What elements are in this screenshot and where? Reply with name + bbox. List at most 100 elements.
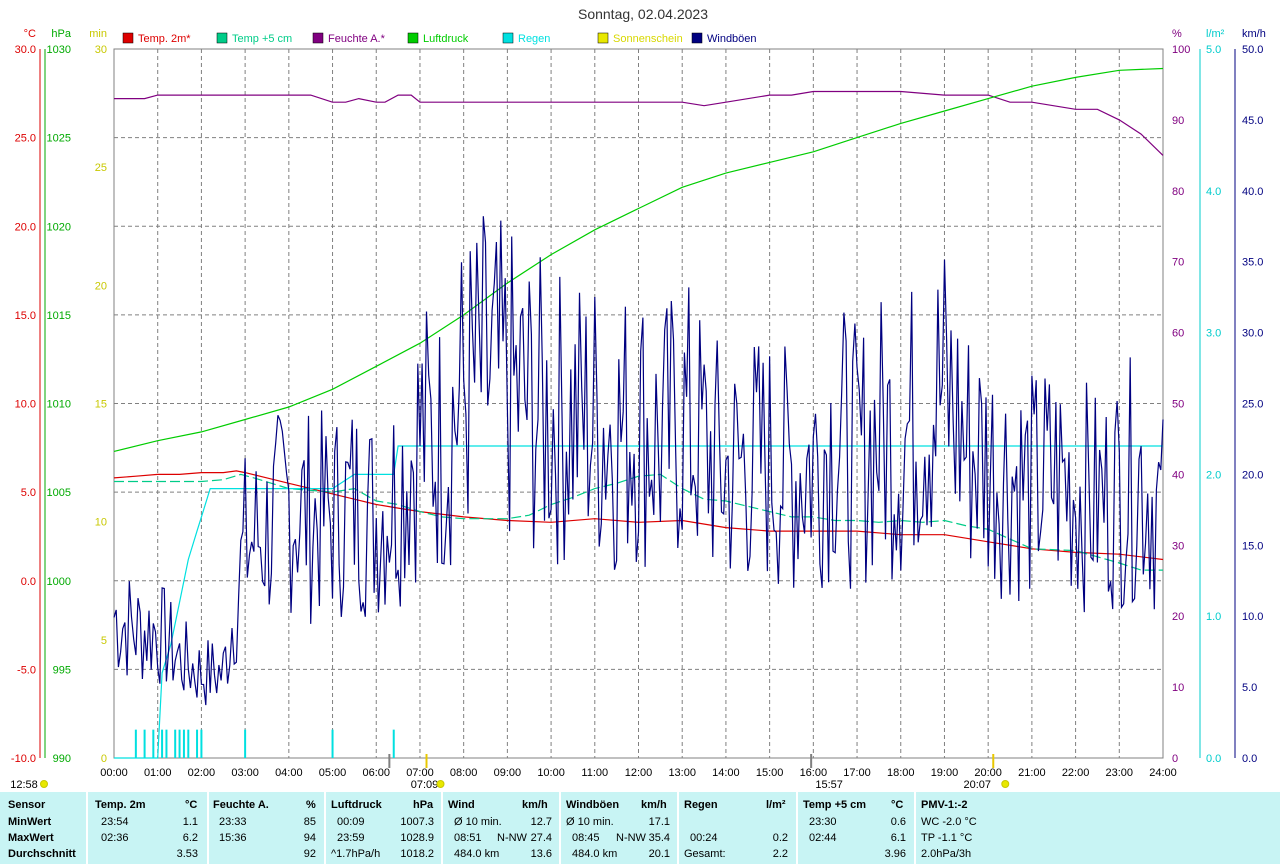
gusts-max-time: 08:45 <box>572 832 600 844</box>
x-tick-label: 12:00 <box>625 767 653 779</box>
moon-icon <box>40 780 48 788</box>
sun-icon <box>1001 780 1010 788</box>
temp5-unit: °C <box>891 799 904 811</box>
humidity-axis-unit-label: % <box>1172 28 1182 40</box>
divider <box>914 792 916 864</box>
rain-unit: l/m² <box>766 799 786 811</box>
legend-swatch <box>216 32 228 44</box>
pressure-axis-tick-label: 995 <box>53 664 71 676</box>
humidity-min-time: 23:33 <box>219 816 247 828</box>
rain-max-time: 00:24 <box>690 832 718 844</box>
pmv-windchill: WC -2.0 °C <box>921 816 977 828</box>
rain-axis-unit-label: l/m² <box>1206 28 1225 40</box>
humidity-axis-tick-label: 100 <box>1172 44 1190 56</box>
humidity-axis-tick-label: 40 <box>1172 469 1184 481</box>
temp5-max-time: 02:44 <box>809 832 837 844</box>
legend-label: Luftdruck <box>423 33 469 45</box>
sensor-label: Sensor <box>8 799 46 811</box>
gusts-avg10: 17.1 <box>648 816 670 828</box>
pressure-trend: ^1.7hPa/h <box>331 848 381 860</box>
humidity-max: 94 <box>303 832 316 844</box>
pressure-axis-tick-label: 1020 <box>47 221 71 233</box>
sunshine-axis-tick-label: 10 <box>95 517 107 529</box>
rain-axis-tick-label: 1.0 <box>1206 611 1221 623</box>
x-tick-label: 05:00 <box>319 767 347 779</box>
rain-axis-tick-label: 0.0 <box>1206 753 1221 765</box>
pressure-axis-tick-label: 1030 <box>47 44 71 56</box>
wind-axis-unit-label: km/h <box>1242 28 1266 40</box>
divider <box>86 792 88 864</box>
gusts-max: 35.4 <box>648 832 670 844</box>
pressure-axis-tick-label: 1000 <box>47 576 71 588</box>
rain-header: Regen <box>684 799 718 811</box>
wind-avg10-label: Ø 10 min. <box>454 816 502 828</box>
humidity-header: Feuchte A. <box>213 799 269 811</box>
pmv-tendency: 2.0hPa/3h <box>921 848 972 860</box>
wind-axis-tick-label: 45.0 <box>1242 115 1263 127</box>
sun-icon <box>436 780 445 788</box>
x-tick-label: 02:00 <box>188 767 216 779</box>
sunshine-axis-tick-label: 0 <box>101 753 107 765</box>
temp5-min: 0.6 <box>890 816 906 828</box>
humidity-axis-tick-label: 10 <box>1172 682 1184 694</box>
gusts-avg: 20.1 <box>648 848 670 860</box>
pressure-max-time: 23:59 <box>337 832 365 844</box>
pressure-header: Luftdruck <box>331 799 382 811</box>
humidity-max-time: 15:36 <box>219 832 247 844</box>
wind-axis-tick-label: 0.0 <box>1242 753 1257 765</box>
wind-avg: 13.6 <box>530 848 552 860</box>
sunshine-axis-tick-label: 15 <box>95 399 107 411</box>
divider <box>441 792 443 864</box>
temp-axis-tick-label: -5.0 <box>17 664 36 676</box>
humidity-avg: 92 <box>303 848 316 860</box>
gusts-avg10-label: Ø 10 min. <box>566 816 614 828</box>
transit-time: 15:57 <box>815 779 843 791</box>
pmv-header: PMV-1:-2 <box>921 799 968 811</box>
x-tick-label: 06:00 <box>362 767 390 779</box>
pressure-min-time: 00:09 <box>337 816 365 828</box>
wind-axis-tick-label: 35.0 <box>1242 257 1263 269</box>
wind-header: Wind <box>448 799 475 811</box>
temp5-max: 6.1 <box>890 832 906 844</box>
divider <box>559 792 561 864</box>
legend-swatch <box>312 32 324 44</box>
rain-total-label: Gesamt: <box>684 848 726 860</box>
x-tick-label: 20:00 <box>974 767 1002 779</box>
legend-swatch <box>502 32 514 44</box>
humidity-axis-tick-label: 50 <box>1172 399 1184 411</box>
weather-chart: -10.0 -5.0 0.0 5.0 10.0 15.0 20.0 25.0 30.0 °C 990… <box>10 6 1266 791</box>
x-tick-label: 23:00 <box>1106 767 1134 779</box>
pressure-min: 1007.3 <box>400 816 434 828</box>
temp-axis-tick-label: 25.0 <box>15 133 36 145</box>
x-tick-label: 15:00 <box>756 767 784 779</box>
sunrise-time: 07:09 <box>411 779 439 791</box>
moonrise-time: 12:58 <box>10 779 38 791</box>
row-label-avg: Durchschnitt <box>8 848 76 860</box>
wind-max-time: 08:51 <box>454 832 482 844</box>
humidity-axis-tick-label: 0 <box>1172 753 1178 765</box>
legend-swatch <box>407 32 419 44</box>
temp-min-time: 23:54 <box>101 816 129 828</box>
x-tick-label: 14:00 <box>712 767 740 779</box>
humidity-axis-tick-label: 70 <box>1172 257 1184 269</box>
gusts-unit: km/h <box>641 799 667 811</box>
temp-unit: °C <box>185 799 198 811</box>
wind-axis-tick-label: 40.0 <box>1242 186 1263 198</box>
rain-axis-tick-label: 4.0 <box>1206 186 1221 198</box>
legend: Temp. 2m* Temp +5 cm Feuchte A.* Luftdruck R… <box>122 32 757 45</box>
x-tick-label: 24:00 <box>1149 767 1177 779</box>
temp5-min-time: 23:30 <box>809 816 837 828</box>
temp-axis-tick-label: 10.0 <box>15 399 36 411</box>
wind-axis-tick-label: 10.0 <box>1242 611 1263 623</box>
pmv-dewpoint: TP -1.1 °C <box>921 832 973 844</box>
sunshine-axis-tick-label: 25 <box>95 162 107 174</box>
humidity-axis-tick-label: 60 <box>1172 328 1184 340</box>
pressure-axis-tick-label: 1005 <box>47 487 71 499</box>
rain-total: 2.2 <box>772 848 788 860</box>
temp5-avg: 3.96 <box>884 848 906 860</box>
x-tick-label: 10:00 <box>537 767 565 779</box>
temp-axis-tick-label: -10.0 <box>11 753 36 765</box>
x-tick-label: 18:00 <box>887 767 915 779</box>
statistics-panel: Sensor MinWert MaxWert Durchschnitt Temp… <box>0 792 1280 864</box>
x-tick-label: 16:00 <box>800 767 828 779</box>
